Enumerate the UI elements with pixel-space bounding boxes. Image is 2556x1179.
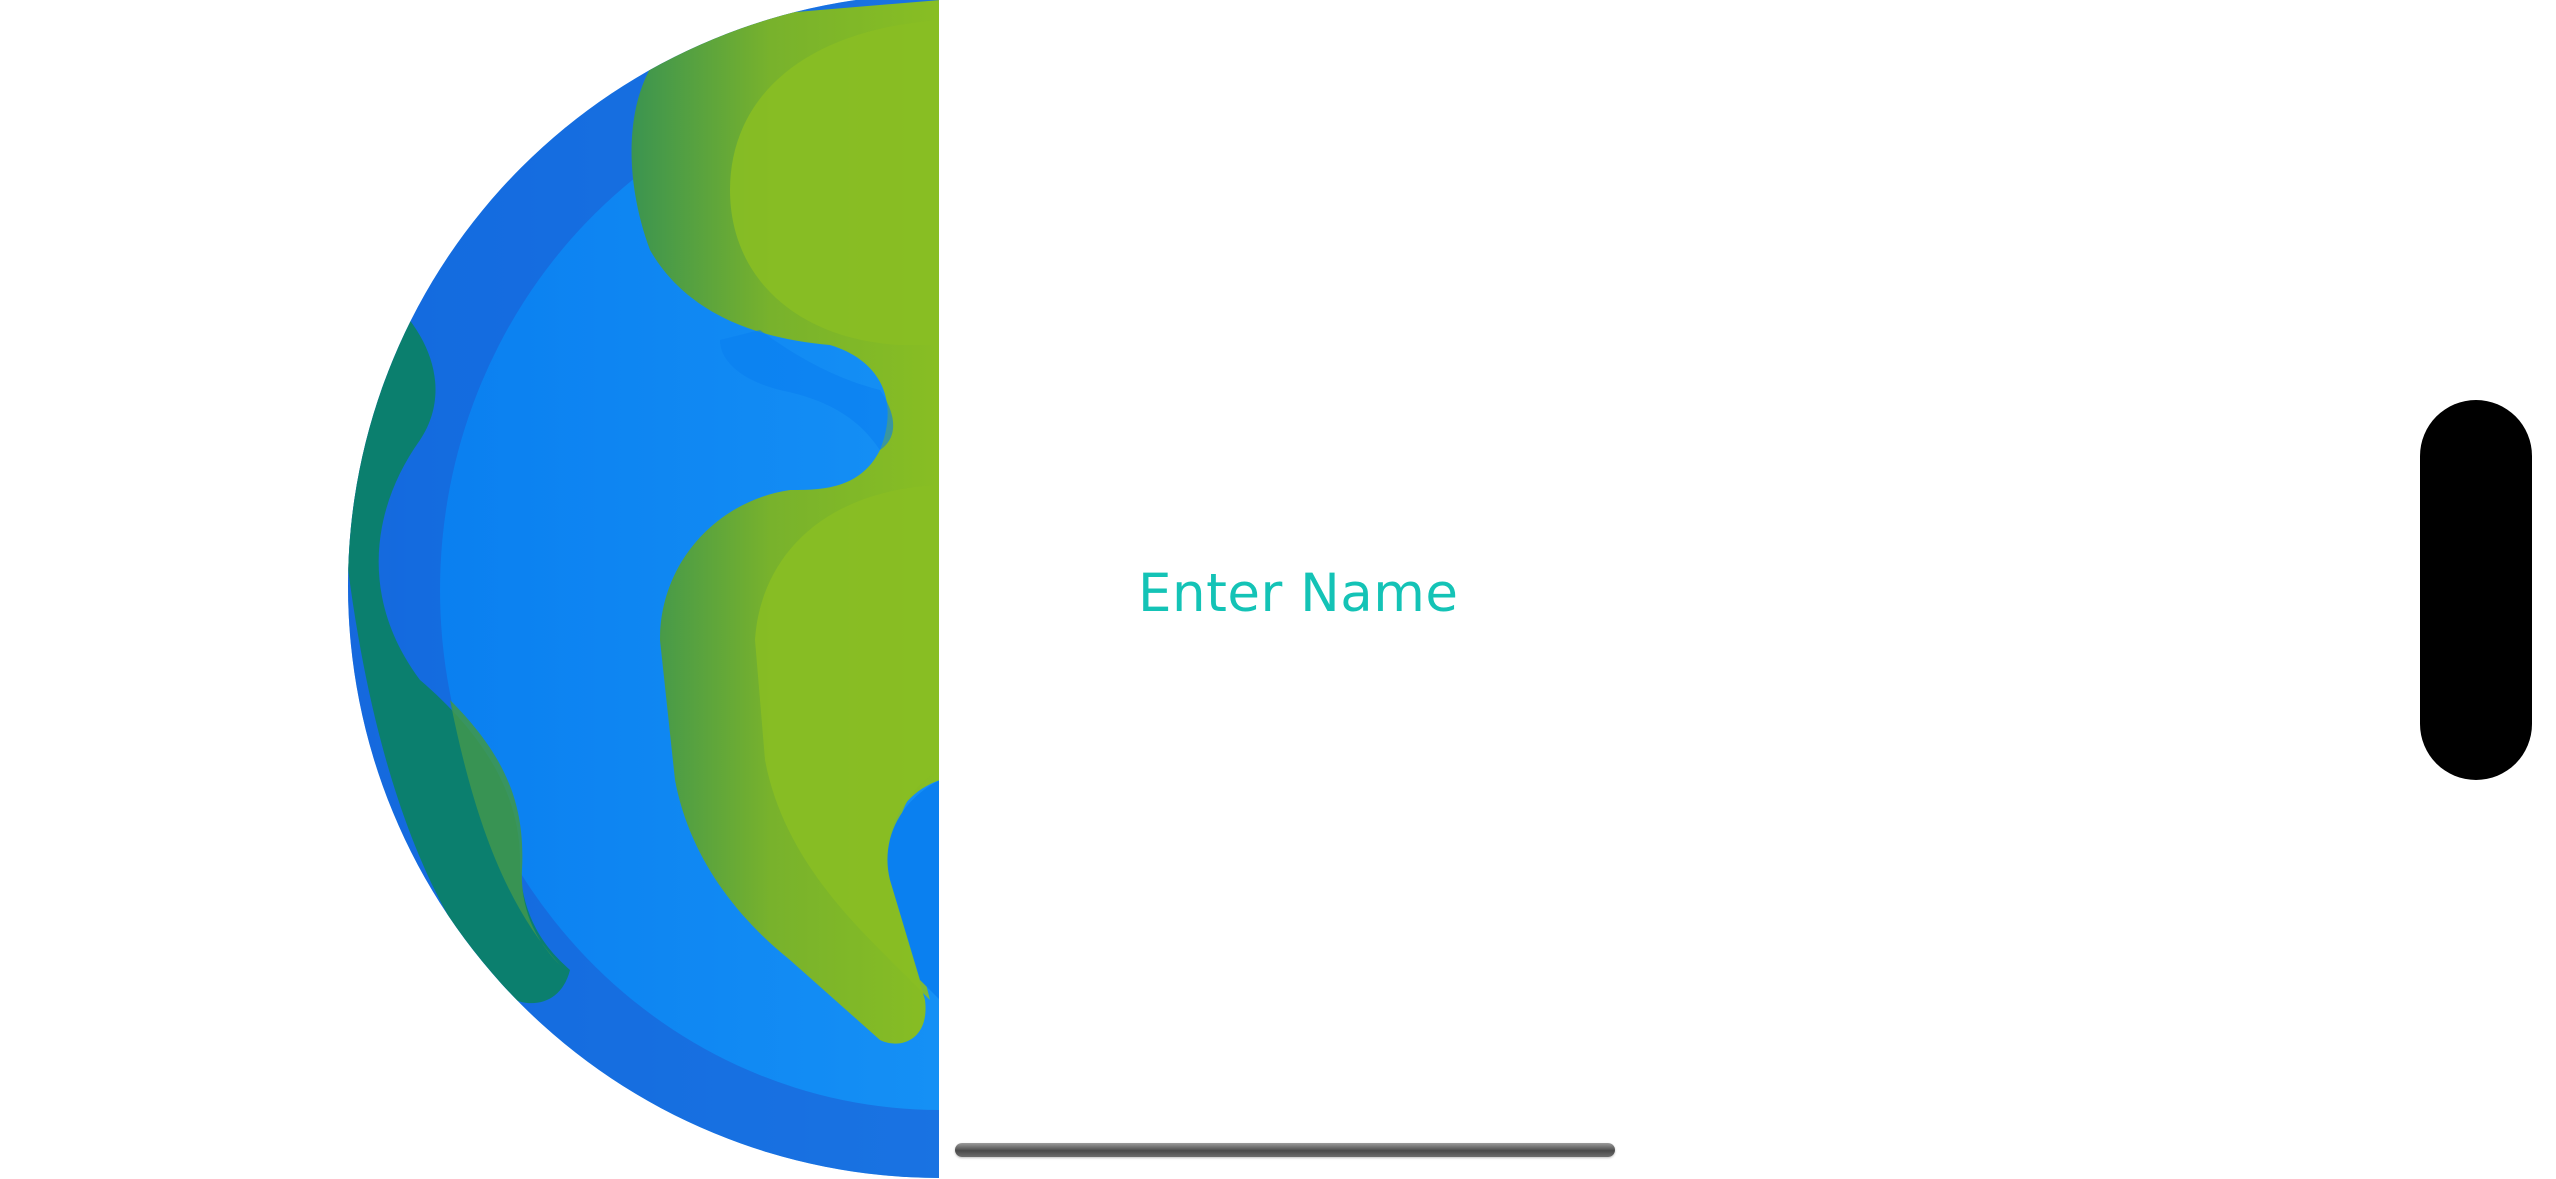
name-input[interactable]: Enter Name — [1138, 548, 1658, 638]
earth-globe-icon — [0, 0, 940, 1179]
home-indicator-bar[interactable] — [955, 1143, 1615, 1157]
name-input-placeholder: Enter Name — [1138, 562, 1459, 624]
side-pill-handle[interactable] — [2420, 400, 2532, 780]
app-screen: Enter Name — [0, 0, 2556, 1179]
